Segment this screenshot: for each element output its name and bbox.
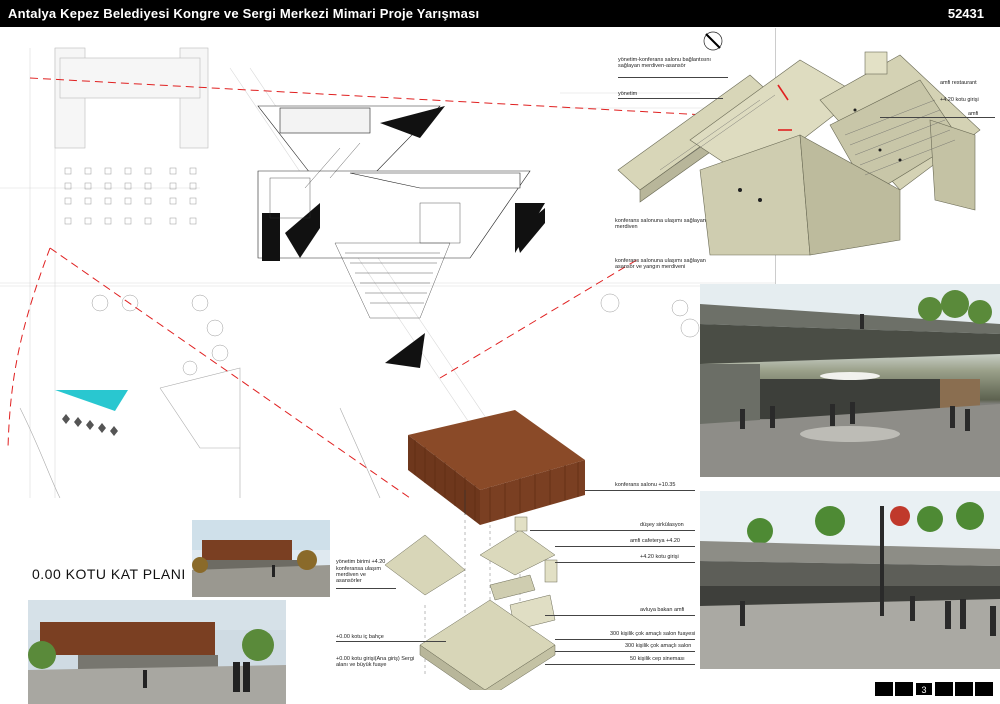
leader-line: [618, 77, 728, 78]
leader-line: [545, 664, 695, 665]
leader-line: [880, 117, 995, 118]
leader-line: [618, 98, 723, 99]
annot-label: +0.00 kotu girişi(Ana giriş) Sergi alanı…: [336, 656, 415, 668]
leader-line: [530, 530, 695, 531]
annot-label: yönetim birimi +4.20: [336, 559, 386, 565]
render-entrance-view: [700, 491, 1000, 669]
annot-label: +4.20 kotu girişi: [940, 97, 979, 103]
exploded-axonometric: [384, 410, 585, 690]
annot-label: konferans salonuna ulaşımı sağlayan merd…: [615, 218, 706, 230]
annot-label: konferans salonu +10.35: [615, 482, 676, 488]
competition-title: Antalya Kepez Belediyesi Kongre ve Sergi…: [8, 6, 480, 21]
leader-line: [555, 651, 695, 652]
annot-label: amfi cafeterya +4.20: [630, 538, 680, 544]
page-cell: [955, 682, 973, 696]
entry-code: 52431: [947, 6, 984, 21]
annot-label: +0.00 kotu iç bahçe: [336, 634, 384, 640]
axonometric-model: [617, 51, 981, 256]
annot-label: amfi restaurant: [940, 80, 977, 86]
page-cell: [935, 682, 953, 696]
annot-label: konferans salonuna ulaşımı sağlayan asan…: [615, 258, 706, 270]
annot-label: yönetim: [618, 91, 638, 97]
annot-label: 300 kişilik çok amaçlı salon: [625, 643, 692, 649]
leader-line: [555, 639, 695, 640]
annot-label: avluya bakan amfi: [640, 607, 685, 613]
annot-label: +4.20 kotu girişi: [640, 554, 679, 560]
page-cell: [975, 682, 993, 696]
header-bar: Antalya Kepez Belediyesi Kongre ve Sergi…: [0, 0, 1000, 27]
plan-title: 0.00 KOTU KAT PLANI: [32, 566, 186, 582]
render-main-exterior: [28, 600, 286, 704]
annot-label: 50 kişilik cep sineması: [630, 656, 685, 662]
leader-line: [555, 562, 695, 563]
terrace-cyan-shape: [55, 390, 128, 411]
annot-label: düşey sirkülasyon: [640, 522, 684, 528]
leader-line: [545, 615, 695, 616]
leader-line: [585, 490, 695, 491]
render-small-exterior: [192, 520, 330, 597]
page-cell: [895, 682, 913, 696]
leader-line: [336, 641, 446, 642]
annot-label: yönetim-konferans salonu bağlantısını sa…: [618, 57, 711, 69]
page-cell: [875, 682, 893, 696]
leader-line: [555, 546, 695, 547]
page-cell-current: 3: [915, 682, 933, 696]
page-indicator: 3: [875, 682, 993, 696]
render-courtyard-view: [700, 284, 1000, 477]
annot-label: 300 kişilik çok amaçlı salon fuayesi: [610, 631, 696, 637]
leader-line: [336, 588, 396, 589]
annot-label: konferansa ulaşım merdiven ve asansörler: [336, 566, 381, 584]
